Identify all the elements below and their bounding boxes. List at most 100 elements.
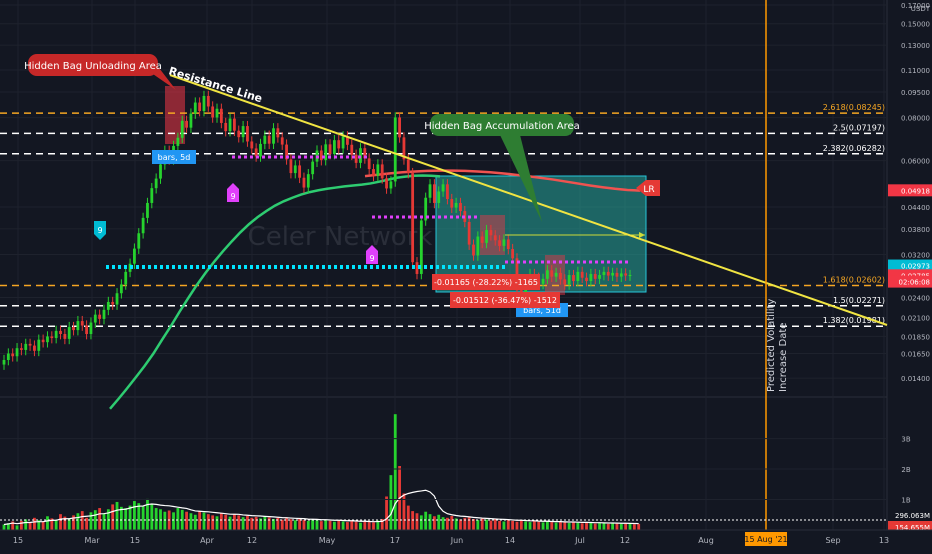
candle-body[interactable] (476, 236, 480, 256)
candle-body[interactable] (293, 165, 297, 174)
candle-body[interactable] (232, 118, 236, 131)
volume-bar[interactable] (189, 513, 193, 530)
candle-body[interactable] (606, 271, 610, 276)
candle-body[interactable] (80, 321, 84, 326)
candle-body[interactable] (241, 126, 245, 138)
candle-body[interactable] (46, 336, 49, 343)
candle-body[interactable] (332, 140, 336, 155)
volume-bar[interactable] (393, 414, 397, 530)
volume-bar[interactable] (572, 522, 575, 530)
volume-bar[interactable] (185, 511, 188, 530)
volume-bar[interactable] (176, 508, 180, 530)
candle-body[interactable] (6, 353, 10, 360)
candle-body[interactable] (72, 327, 75, 331)
volume-bar[interactable] (119, 506, 123, 530)
candle-body[interactable] (550, 270, 554, 277)
volume-bar[interactable] (141, 506, 145, 530)
volume-bar[interactable] (337, 520, 341, 530)
volume-bar[interactable] (59, 514, 62, 530)
volume-bar[interactable] (402, 493, 406, 530)
volume-bar[interactable] (511, 520, 515, 530)
candle-body[interactable] (506, 239, 510, 250)
volume-bar[interactable] (602, 523, 606, 530)
volume-bar[interactable] (406, 505, 410, 530)
candle-body[interactable] (559, 272, 562, 280)
candle-body[interactable] (37, 339, 41, 351)
volume-bar[interactable] (537, 521, 541, 530)
candle-body[interactable] (385, 178, 388, 189)
bars-box-1[interactable]: bars, 5d (152, 150, 196, 164)
volume-bar[interactable] (541, 522, 545, 530)
volume-bar[interactable] (137, 503, 141, 530)
volume-bar[interactable] (267, 517, 271, 530)
candle-body[interactable] (545, 270, 549, 279)
candle-body[interactable] (472, 244, 475, 256)
candle-body[interactable] (11, 353, 15, 357)
candle-body[interactable] (498, 240, 501, 246)
candle-body[interactable] (337, 140, 341, 149)
candle-body[interactable] (215, 108, 219, 118)
candle-body[interactable] (298, 165, 302, 178)
volume-bar[interactable] (254, 516, 258, 530)
date-highlight[interactable]: 15 Aug '21 (744, 532, 788, 546)
candle-body[interactable] (211, 106, 215, 118)
candle-body[interactable] (585, 277, 588, 282)
candle-body[interactable] (372, 169, 375, 176)
candle-body[interactable] (367, 158, 371, 170)
volume-bar[interactable] (559, 521, 562, 530)
candle-body[interactable] (180, 120, 184, 138)
volume-bar[interactable] (193, 514, 197, 530)
volume-bar[interactable] (246, 515, 249, 530)
volume-bar[interactable] (593, 523, 597, 530)
candle-body[interactable] (328, 144, 332, 155)
candle-body[interactable] (246, 126, 249, 142)
candle-body[interactable] (193, 102, 197, 114)
candle-body[interactable] (124, 271, 128, 285)
volume-bar[interactable] (437, 514, 441, 530)
candle-body[interactable] (619, 273, 623, 277)
volume-bar[interactable] (306, 520, 310, 530)
volume-bar[interactable] (332, 521, 336, 530)
volume-bar[interactable] (80, 511, 84, 530)
volume-bar[interactable] (2, 524, 6, 530)
volume-bar[interactable] (476, 519, 480, 530)
candle-body[interactable] (2, 359, 6, 365)
candle-body[interactable] (493, 235, 497, 241)
volume-bar[interactable] (580, 523, 584, 530)
candle-body[interactable] (224, 122, 228, 132)
candle-body[interactable] (580, 271, 584, 278)
candle-body[interactable] (280, 137, 284, 145)
volume-bar[interactable] (615, 523, 619, 530)
volume-bar[interactable] (206, 514, 210, 530)
volume-bar[interactable] (467, 517, 471, 530)
candle-body[interactable] (341, 136, 345, 149)
volume-bar[interactable] (450, 515, 454, 530)
candle-body[interactable] (480, 236, 484, 243)
candle-body[interactable] (432, 184, 436, 203)
candle-body[interactable] (624, 273, 628, 276)
volume-bar[interactable] (111, 504, 115, 530)
candle-body[interactable] (119, 284, 123, 294)
volume-bar[interactable] (263, 516, 267, 530)
volume-bar[interactable] (367, 522, 371, 530)
candle-body[interactable] (602, 271, 606, 276)
candle-body[interactable] (54, 330, 58, 339)
candle-body[interactable] (154, 178, 158, 189)
candle-body[interactable] (63, 334, 67, 339)
volume-bar[interactable] (232, 514, 236, 530)
candle-body[interactable] (450, 199, 454, 208)
volume-bar[interactable] (611, 522, 615, 530)
candle-body[interactable] (446, 184, 449, 200)
candle-body[interactable] (563, 279, 567, 285)
candle-body[interactable] (189, 113, 193, 128)
volume-bar[interactable] (532, 520, 536, 530)
candle-body[interactable] (289, 159, 293, 174)
candle-body[interactable] (50, 336, 54, 339)
candle-body[interactable] (15, 348, 19, 357)
volume-bar[interactable] (489, 520, 493, 530)
volume-bar[interactable] (472, 519, 475, 530)
candle-body[interactable] (428, 184, 432, 198)
candle-body[interactable] (176, 137, 180, 146)
candle-body[interactable] (485, 230, 488, 243)
candle-body[interactable] (33, 345, 36, 351)
